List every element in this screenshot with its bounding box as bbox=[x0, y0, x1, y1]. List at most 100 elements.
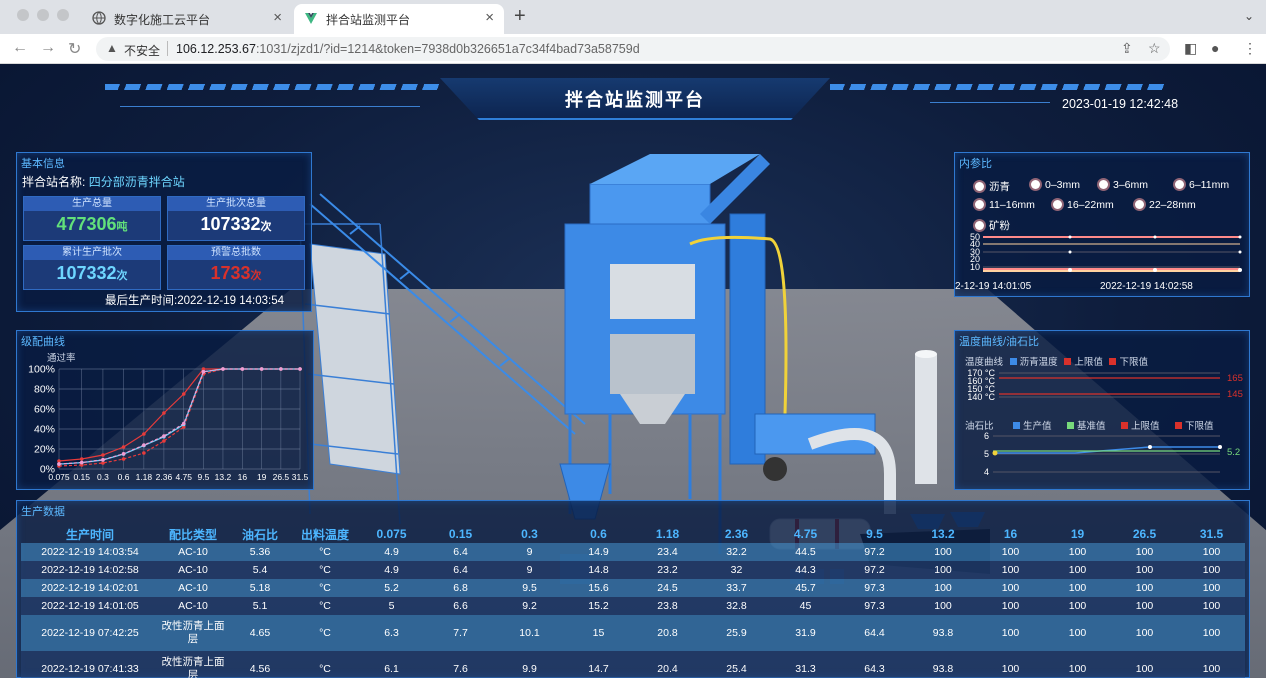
data-point[interactable] bbox=[142, 443, 146, 447]
profile-icon[interactable]: ● bbox=[1211, 40, 1219, 56]
table-cell: 100 bbox=[909, 579, 977, 597]
tab-mixing-station[interactable]: 拌合站监测平台 × bbox=[294, 4, 504, 34]
panel-title: 生产数据 bbox=[21, 506, 65, 518]
data-point[interactable] bbox=[101, 457, 105, 462]
column-header[interactable]: 9.5 bbox=[840, 525, 909, 543]
x-tick-label: 0.075 bbox=[48, 472, 70, 482]
temperature-oil-chart[interactable]: 170 °C 160 °C 150 °C 140 °C 165 145 油石比 … bbox=[955, 367, 1251, 489]
table-cell: 6.3 bbox=[357, 615, 426, 651]
forward-arrow-icon[interactable]: → bbox=[40, 39, 56, 57]
data-point[interactable] bbox=[201, 369, 206, 374]
data-point[interactable] bbox=[142, 432, 146, 436]
data-point[interactable] bbox=[181, 421, 186, 426]
x-tick-label: 2.36 bbox=[156, 472, 173, 482]
legend-item[interactable]: 3–6mm bbox=[1099, 179, 1148, 191]
table-row[interactable]: 2022-12-19 07:42:25 改性沥青上面层 4.65 °C 6.3 7.7 10… bbox=[21, 615, 1245, 651]
data-point[interactable] bbox=[101, 453, 105, 457]
data-point[interactable] bbox=[162, 434, 166, 438]
data-point[interactable] bbox=[259, 367, 264, 371]
data-point[interactable] bbox=[162, 439, 166, 443]
legend-item[interactable]: 16–22mm bbox=[1053, 199, 1114, 211]
security-label[interactable]: 不安全 bbox=[124, 42, 160, 59]
table-cell: °C bbox=[293, 651, 357, 678]
table-cell: 9.5 bbox=[495, 579, 564, 597]
table-row[interactable]: 2022-12-19 14:02:58 AC-10 5.4 °C 4.9 6.4 9 14.8… bbox=[21, 561, 1245, 579]
data-point[interactable] bbox=[298, 367, 302, 371]
legend-item[interactable]: 11–16mm bbox=[975, 199, 1035, 211]
column-header[interactable]: 油石比 bbox=[227, 525, 293, 543]
chevron-down-icon[interactable]: ⌄ bbox=[1244, 9, 1254, 23]
table-row[interactable]: 2022-12-19 07:41:33 改性沥青上面层 4.56 °C 6.1 7.6 9.… bbox=[21, 651, 1245, 678]
reload-icon[interactable]: ↻ bbox=[68, 39, 81, 59]
kebab-menu-icon[interactable]: ⋮ bbox=[1243, 40, 1257, 57]
column-header[interactable]: 0.075 bbox=[357, 525, 426, 543]
column-header[interactable]: 1.18 bbox=[633, 525, 702, 543]
ratio-chart[interactable]: 50 40 30 20 10 2-12-19 14:01:05 2022-12-… bbox=[955, 231, 1251, 297]
close-icon[interactable]: × bbox=[273, 9, 282, 26]
column-header[interactable]: 0.6 bbox=[564, 525, 633, 543]
column-header[interactable]: 生产时间 bbox=[21, 525, 159, 543]
column-header[interactable]: 配比类型 bbox=[159, 525, 227, 543]
data-point[interactable] bbox=[279, 367, 283, 371]
data-point[interactable] bbox=[221, 367, 225, 371]
data-point bbox=[1218, 445, 1222, 449]
table-cell: 9.9 bbox=[495, 651, 564, 678]
column-header[interactable]: 13.2 bbox=[909, 525, 977, 543]
column-header[interactable]: 2.36 bbox=[702, 525, 771, 543]
column-header[interactable]: 16 bbox=[977, 525, 1044, 543]
legend-item[interactable]: 0–3mm bbox=[1031, 179, 1080, 191]
table-row[interactable]: 2022-12-19 14:01:05 AC-10 5.1 °C 5 6.6 9.2 15.2… bbox=[21, 597, 1245, 615]
column-header[interactable]: 出料温度 bbox=[293, 525, 357, 543]
column-header[interactable]: 4.75 bbox=[771, 525, 840, 543]
back-arrow-icon[interactable]: ← bbox=[12, 39, 28, 57]
series-line[interactable] bbox=[58, 368, 300, 465]
decor-line-right bbox=[930, 102, 1050, 103]
data-point[interactable] bbox=[121, 445, 126, 449]
warning-triangle-icon[interactable]: ▲ bbox=[106, 41, 118, 55]
data-point[interactable] bbox=[79, 457, 84, 461]
new-tab-button[interactable]: + bbox=[514, 5, 526, 28]
legend-item[interactable]: 22–28mm bbox=[1135, 199, 1196, 211]
data-point[interactable] bbox=[240, 367, 245, 371]
legend-item[interactable]: 沥青 bbox=[975, 179, 1010, 194]
x-tick-label: 19 bbox=[257, 472, 267, 482]
window-minimize-dot[interactable] bbox=[37, 9, 49, 21]
data-point[interactable] bbox=[121, 457, 126, 461]
column-header[interactable]: 19 bbox=[1044, 525, 1111, 543]
data-point[interactable] bbox=[181, 392, 186, 396]
window-close-dot[interactable] bbox=[17, 9, 29, 21]
window-zoom-dot[interactable] bbox=[57, 9, 69, 21]
legend-item[interactable]: 6–11mm bbox=[1175, 179, 1229, 191]
column-header[interactable]: 26.5 bbox=[1111, 525, 1178, 543]
table-cell: 10.1 bbox=[495, 615, 564, 651]
table-row[interactable]: 2022-12-19 14:03:54 AC-10 5.36 °C 4.9 6.4 9 14.… bbox=[21, 543, 1245, 561]
series-line[interactable] bbox=[58, 368, 300, 462]
data-point[interactable] bbox=[121, 452, 126, 456]
table-row[interactable]: 2022-12-19 14:02:01 AC-10 5.18 °C 5.2 6.8 9.5 1… bbox=[21, 579, 1245, 597]
address-bar[interactable]: ▲ 不安全 106.12.253.67:1031/zjzd1/?id=1214&… bbox=[96, 37, 1170, 61]
table-cell: 20.8 bbox=[633, 615, 702, 651]
column-header[interactable]: 31.5 bbox=[1178, 525, 1245, 543]
grading-curve-chart[interactable]: 100%80%60%40%20%0%0.075 0.15 0.3 0.6 1.18 2.3… bbox=[17, 357, 313, 487]
table-cell: 32.8 bbox=[702, 597, 771, 615]
address-url[interactable]: 106.12.253.67:1031/zjzd1/?id=1214&token=… bbox=[176, 42, 640, 56]
table-cell: 25.4 bbox=[702, 651, 771, 678]
close-icon[interactable]: × bbox=[485, 9, 494, 26]
series-line[interactable] bbox=[58, 368, 300, 467]
series-line[interactable] bbox=[58, 368, 300, 465]
table-cell: 97.2 bbox=[840, 543, 909, 561]
table-cell: °C bbox=[293, 579, 357, 597]
data-point[interactable] bbox=[162, 411, 166, 415]
tab-digital-platform[interactable]: 数字化施工云平台 × bbox=[82, 4, 292, 34]
data-point[interactable] bbox=[57, 462, 61, 466]
legend-swatch bbox=[1067, 422, 1074, 429]
y-tick-label: 4 bbox=[984, 467, 989, 477]
column-header[interactable]: 0.15 bbox=[426, 525, 495, 543]
star-icon[interactable]: ☆ bbox=[1148, 40, 1161, 57]
column-header[interactable]: 0.3 bbox=[495, 525, 564, 543]
sidebar-icon[interactable]: ◧ bbox=[1184, 40, 1197, 57]
table-cell: 100 bbox=[1044, 597, 1111, 615]
data-point[interactable] bbox=[142, 451, 146, 455]
share-icon[interactable]: ⇪ bbox=[1121, 40, 1133, 57]
data-point[interactable] bbox=[79, 460, 84, 465]
